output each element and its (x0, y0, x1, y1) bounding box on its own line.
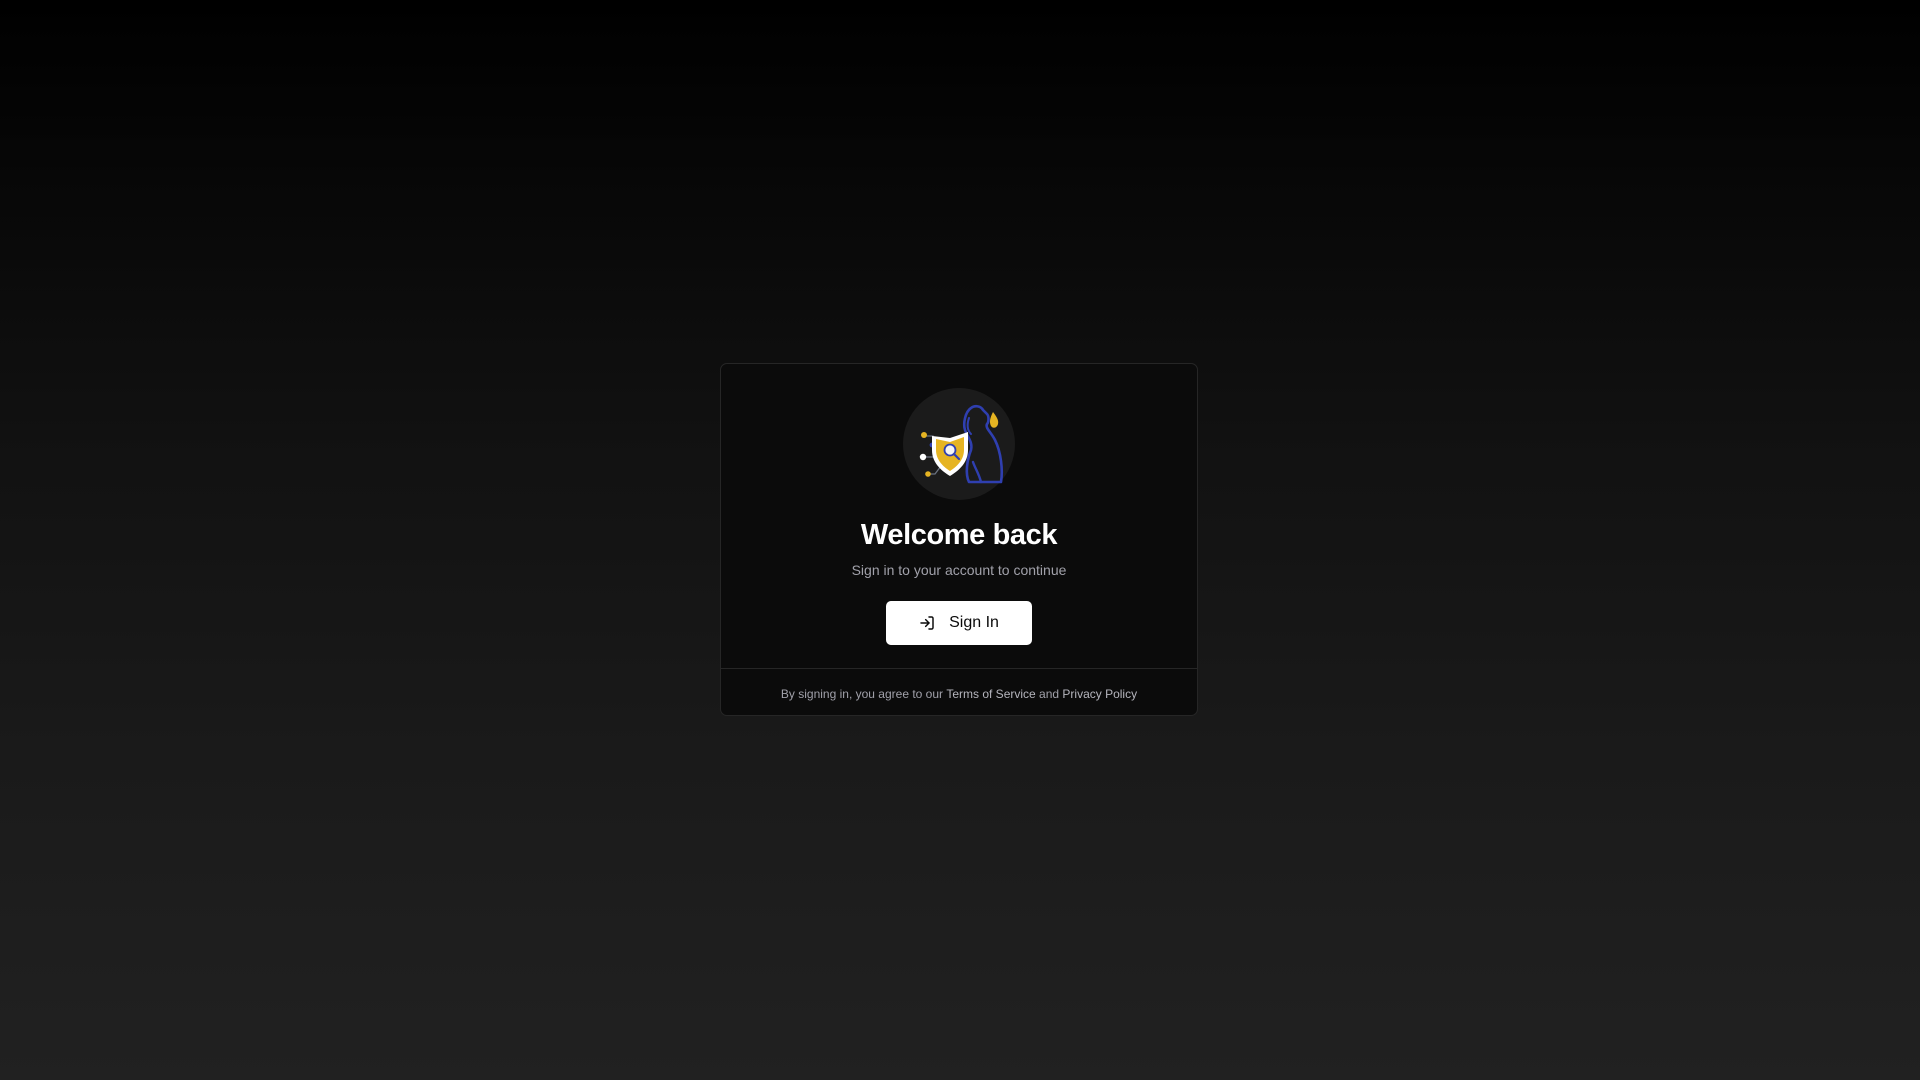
page-subtitle: Sign in to your account to continue (851, 562, 1067, 578)
shield-dog-logo-icon (919, 404, 1004, 484)
sign-in-button-label: Sign In (949, 614, 999, 631)
legal-text-joiner: and (1035, 686, 1063, 701)
sign-in-button[interactable]: Sign In (886, 601, 1032, 645)
legal-footer: By signing in, you agree to our Terms of… (721, 668, 1197, 715)
terms-of-service-link[interactable]: Terms of Service (946, 687, 1035, 701)
login-card-body: Welcome back Sign in to your account to … (721, 364, 1197, 668)
login-card: Welcome back Sign in to your account to … (720, 363, 1198, 716)
app-logo (903, 388, 1015, 500)
privacy-policy-link[interactable]: Privacy Policy (1062, 687, 1137, 701)
log-in-icon (920, 616, 934, 630)
page-title: Welcome back (860, 519, 1058, 551)
legal-text-prefix: By signing in, you agree to our (780, 686, 947, 701)
